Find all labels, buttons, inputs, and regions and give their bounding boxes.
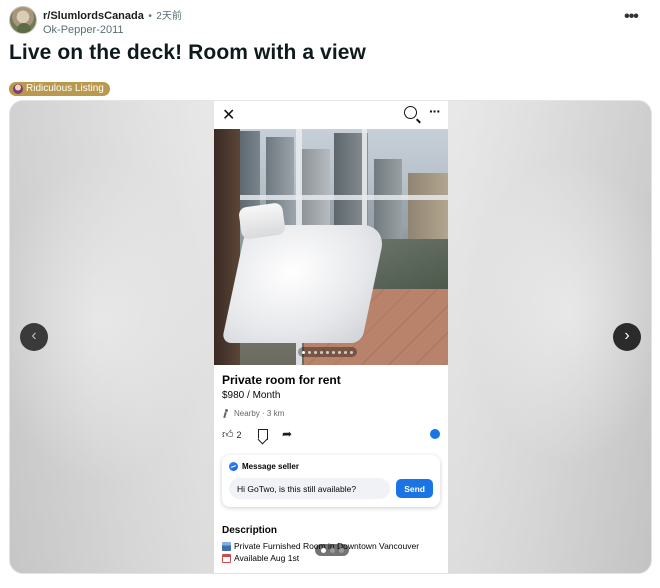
listing-title: Private room for rent	[222, 373, 341, 387]
thumbs-up-icon: 👍︎	[222, 429, 234, 441]
post-meta: r/SlumlordsCanada • 2天前 Ok-Pepper-2011	[43, 8, 182, 37]
like-group: 👍︎ 2	[222, 428, 242, 441]
photo-dot	[302, 350, 305, 354]
post-flair[interactable]: Ridiculous Listing	[9, 82, 110, 96]
subreddit-avatar[interactable]	[9, 6, 37, 34]
subreddit-name[interactable]: r/SlumlordsCanada	[43, 10, 144, 22]
description-text-2: Available Aug 1st	[234, 553, 300, 563]
photo-dot	[326, 350, 329, 354]
gallery-dot[interactable]	[329, 547, 335, 553]
photo-bed	[221, 225, 387, 343]
more-options-icon[interactable]: •••	[622, 9, 640, 27]
calendar-icon	[222, 553, 231, 563]
gallery-pagination-dots[interactable]	[315, 544, 349, 556]
flair-emoji-icon	[13, 84, 23, 94]
description-title: Description	[222, 525, 278, 536]
post-author[interactable]: Ok-Pepper-2011	[43, 24, 182, 37]
message-seller-label: Message seller	[242, 462, 299, 471]
cityscape-icon	[222, 541, 231, 551]
close-icon: ✕	[222, 107, 236, 124]
photo-dot	[344, 350, 347, 354]
listing-price: $980 / Month	[222, 390, 281, 401]
reddit-post-page: r/SlumlordsCanada • 2天前 Ok-Pepper-2011 •…	[0, 0, 660, 588]
gallery-dot[interactable]	[320, 547, 326, 553]
window-frame	[214, 195, 448, 200]
walking-icon	[222, 409, 230, 418]
photo-dot	[308, 350, 311, 354]
photo-dot	[350, 350, 353, 354]
gallery-next-button[interactable]: ›	[613, 323, 641, 351]
photo-dot	[314, 350, 317, 354]
like-count: 2	[236, 429, 242, 440]
flair-label: Ridiculous Listing	[26, 83, 104, 94]
more-options-icon: ···	[429, 103, 441, 119]
messenger-badge-icon	[430, 429, 440, 439]
bookmark-icon	[258, 429, 268, 440]
gallery-prev-button[interactable]: ‹	[20, 323, 48, 351]
screenshot-top-bar: ✕ ···	[214, 101, 448, 129]
messenger-icon	[229, 462, 238, 471]
photo-dot	[338, 350, 341, 354]
share-icon: ➦	[282, 427, 293, 441]
message-seller-header: Message seller	[229, 462, 433, 471]
listing-actions: 👍︎ 2 ➦	[222, 427, 440, 446]
send-button: Send	[396, 479, 433, 498]
message-row: Send	[229, 478, 433, 499]
photo-dot	[332, 350, 335, 354]
photo-pagination-dots	[298, 347, 357, 357]
post-title[interactable]: Live on the deck! Room with a view	[9, 41, 366, 65]
listing-location: Nearby · 3 km	[222, 409, 440, 418]
listing-screenshot: ✕ ··· Private room for rent $980 / Month…	[214, 101, 448, 573]
listing-photo	[214, 129, 448, 365]
photo-pillow	[237, 202, 287, 240]
post-header: r/SlumlordsCanada • 2天前 Ok-Pepper-2011 •…	[9, 6, 650, 38]
gallery-dot[interactable]	[338, 547, 344, 553]
media-gallery[interactable]: ‹ › ✕ ··· Private room for rent $980 / M…	[9, 100, 652, 574]
listing-location-text: Nearby · 3 km	[234, 409, 285, 418]
message-seller-card: Message seller Send	[222, 455, 440, 507]
photo-dot	[320, 350, 323, 354]
message-input	[229, 478, 391, 499]
listing-details: Private room for rent $980 / Month Nearb…	[214, 365, 448, 564]
post-time: 2天前	[156, 11, 182, 22]
meta-separator: •	[148, 11, 152, 22]
search-icon	[404, 106, 417, 119]
